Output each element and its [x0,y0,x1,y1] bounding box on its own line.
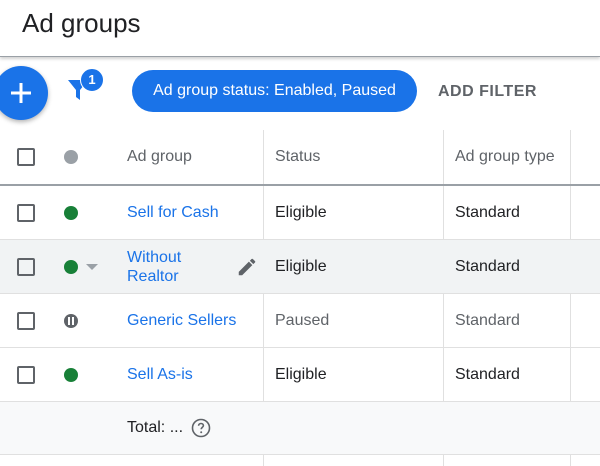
help-circle-icon[interactable] [191,418,211,438]
ad-group-type-cell: Standard [455,365,520,383]
row-checkbox[interactable] [17,311,35,330]
add-ad-group-button[interactable] [0,66,48,120]
ad-group-type-cell: Standard [455,257,520,275]
filter-count-badge: 1 [80,68,104,92]
status-cell: Paused [275,311,330,329]
filter-chip-status[interactable]: Ad group status: Enabled, Paused [132,70,417,112]
page-header: Ad groups [0,0,600,57]
row-checkbox[interactable] [17,203,35,222]
status-cell: Eligible [275,203,327,221]
row-checkbox[interactable] [17,257,35,276]
ad-group-name-line2: Realtor [127,267,179,285]
ad-group-link[interactable]: Generic Sellers [127,294,236,347]
column-header-ad-group-type[interactable]: Ad group type [455,130,555,184]
ad-group-name-line1: Without [127,248,182,266]
total-label: Total: ... [127,419,184,436]
plus-icon [11,83,31,103]
select-all-checkbox[interactable] [17,148,35,166]
chevron-down-icon[interactable] [86,263,98,270]
status-cell: Eligible [275,365,327,383]
table-row: Without Realtor Eligible Standard [0,240,600,294]
pencil-icon[interactable] [236,256,258,278]
table-row: Sell for Cash Eligible Standard [0,186,600,240]
column-header-status[interactable]: Status [275,130,320,184]
ad-group-link[interactable]: Without Realtor [127,240,181,293]
ad-groups-table: Ad group Status Ad group type Sell for C… [0,130,600,466]
column-header-ad-group[interactable]: Ad group [127,130,192,184]
total-row: Total: ... [0,402,600,455]
enabled-status-icon[interactable] [64,367,78,382]
ad-group-link[interactable]: Sell As-is [127,348,193,401]
add-filter-button[interactable]: ADD FILTER [438,83,537,101]
status-cell: Eligible [275,257,327,275]
enabled-status-icon[interactable] [64,205,78,220]
enabled-status-icon[interactable] [64,259,78,274]
table-header-row: Ad group Status Ad group type [0,130,600,186]
row-checkbox[interactable] [17,365,35,384]
paused-status-icon[interactable] [64,313,78,328]
ad-group-link[interactable]: Sell for Cash [127,186,219,239]
table-row: Generic Sellers Paused Standard [0,294,600,348]
ad-group-type-cell: Standard [455,203,520,221]
table-row: Sell As-is Eligible Standard [0,348,600,402]
page-title: Ad groups [22,8,141,38]
status-column-icon [64,150,78,164]
ad-group-type-cell: Standard [455,311,520,329]
